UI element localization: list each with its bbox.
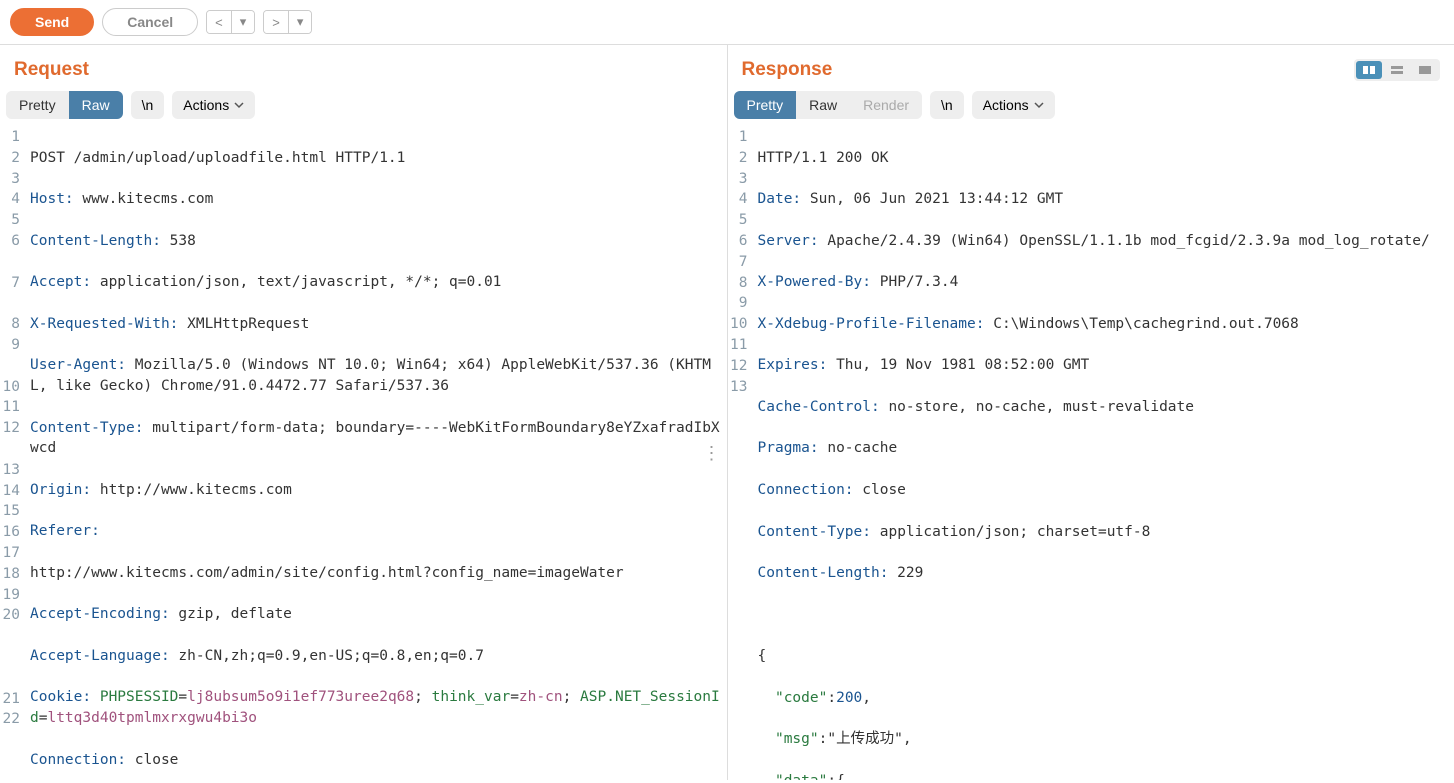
request-code[interactable]: POST /admin/upload/uploadfile.html HTTP/…: [24, 127, 727, 780]
layout-single[interactable]: [1412, 61, 1438, 79]
request-view-segment: Pretty Raw: [6, 91, 123, 119]
response-pretty-tab[interactable]: Pretty: [734, 91, 797, 119]
history-forward-group: > ▾: [263, 10, 312, 34]
request-title: Request: [14, 59, 89, 81]
response-newline-toggle[interactable]: \n: [930, 91, 964, 119]
request-actions-label: Actions: [183, 97, 229, 113]
response-actions-button[interactable]: Actions: [972, 91, 1055, 119]
history-forward-dropdown[interactable]: ▾: [289, 11, 312, 33]
response-controls: Pretty Raw Render \n Actions: [728, 91, 1454, 127]
response-title: Response: [742, 59, 833, 81]
request-raw-tab[interactable]: Raw: [69, 91, 123, 119]
history-back-button[interactable]: <: [207, 11, 232, 33]
response-pane: Response Pretty Raw Render \n Actions 12…: [727, 45, 1454, 780]
send-button[interactable]: Send: [10, 8, 94, 36]
chevron-down-icon: [1034, 100, 1044, 110]
request-pretty-tab[interactable]: Pretty: [6, 91, 69, 119]
cancel-button[interactable]: Cancel: [102, 8, 198, 36]
request-code-area[interactable]: 123456 7 89 101112 1314151617181920 2122…: [0, 127, 727, 780]
request-line: POST /admin/upload/uploadfile.html HTTP/…: [30, 148, 727, 169]
response-code[interactable]: HTTP/1.1 200 OK Date: Sun, 06 Jun 2021 1…: [752, 127, 1454, 780]
request-newline-toggle[interactable]: \n: [131, 91, 165, 119]
history-back-group: < ▾: [206, 10, 255, 34]
main: Request Pretty Raw \n Actions 123456 7 8…: [0, 45, 1454, 780]
request-more-icon[interactable]: ⋮: [703, 451, 721, 457]
layout-split-vertical[interactable]: [1356, 61, 1382, 79]
layout-split-horizontal[interactable]: [1384, 61, 1410, 79]
request-gutter: 123456 7 89 101112 1314151617181920 2122: [0, 127, 24, 780]
toolbar: Send Cancel < ▾ > ▾: [0, 0, 1454, 45]
response-raw-tab[interactable]: Raw: [796, 91, 850, 119]
response-view-segment: Pretty Raw Render: [734, 91, 923, 119]
request-header: Request: [0, 45, 727, 91]
history-back-dropdown[interactable]: ▾: [232, 11, 255, 33]
response-code-area[interactable]: 12345678910111213 HTTP/1.1 200 OK Date: …: [728, 127, 1454, 780]
response-gutter: 12345678910111213: [728, 127, 752, 780]
request-controls: Pretty Raw \n Actions: [0, 91, 727, 127]
request-actions-button[interactable]: Actions: [172, 91, 255, 119]
response-header: Response: [728, 45, 1454, 91]
history-forward-button[interactable]: >: [264, 11, 289, 33]
response-actions-label: Actions: [983, 97, 1029, 113]
request-pane: Request Pretty Raw \n Actions 123456 7 8…: [0, 45, 727, 780]
response-render-tab[interactable]: Render: [850, 91, 922, 119]
chevron-down-icon: [234, 100, 244, 110]
layout-options: [1354, 59, 1440, 81]
